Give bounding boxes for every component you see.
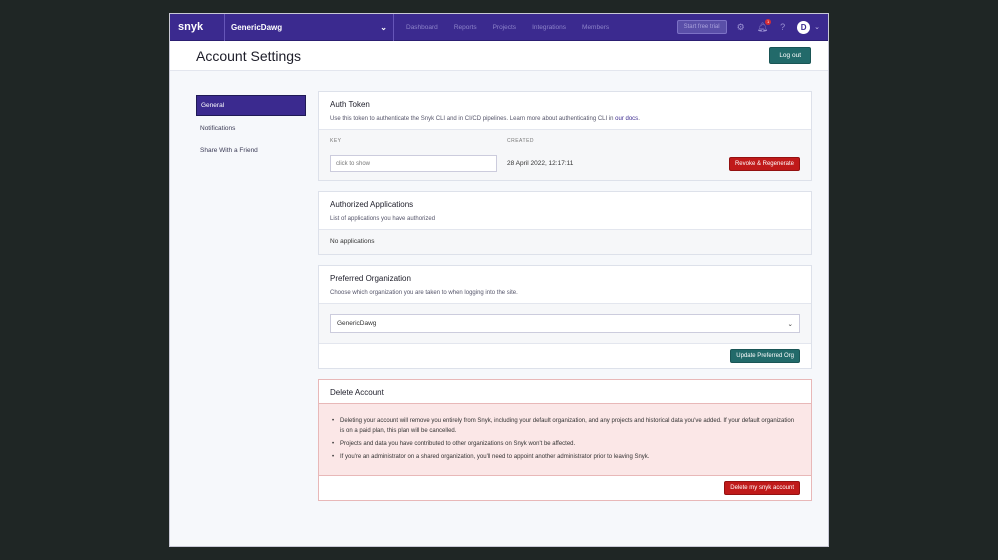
auth-token-title: Auth Token	[330, 100, 370, 109]
avatar[interactable]: D	[797, 20, 811, 34]
page-header: Account Settings Log out	[170, 41, 828, 71]
sidebar-item-general[interactable]: General	[196, 95, 306, 116]
page-title: Account Settings	[196, 47, 302, 64]
preferred-org-card: Preferred Organization Choose which orga…	[318, 265, 812, 369]
authorized-apps-description: List of applications you have authorized	[330, 216, 436, 222]
token-created-date: 28 April 2022, 12:17:11	[507, 160, 574, 167]
app-window: snyk GenericDawg ⌄ Dashboard Reports Pro…	[169, 13, 829, 547]
snyk-logo[interactable]: snyk	[178, 21, 224, 33]
no-applications-text: No applications	[330, 238, 375, 245]
logout-button[interactable]: Log out	[769, 47, 811, 64]
main-content: Auth Token Use this token to authenticat…	[318, 91, 812, 511]
chevron-down-icon[interactable]: ⌄	[814, 23, 820, 31]
docs-link[interactable]: our docs	[615, 116, 638, 122]
auth-token-desc-suffix: .	[638, 116, 640, 122]
preferred-org-title: Preferred Organization	[330, 274, 411, 283]
auth-token-description: Use this token to authenticate the Snyk …	[330, 116, 800, 122]
nav-link-integrations[interactable]: Integrations	[532, 24, 566, 31]
delete-account-button[interactable]: Delete my snyk account	[724, 481, 800, 495]
bell-icon[interactable]: 🔔︎ 1	[757, 18, 772, 33]
preferred-org-select[interactable]: GenericDawg ⌄	[330, 314, 800, 333]
org-name: GenericDawg	[231, 22, 283, 32]
created-column-header: CREATED	[507, 138, 535, 144]
notification-badge: 1	[765, 18, 772, 25]
delete-account-card: Delete Account Deleting your account wil…	[318, 379, 812, 501]
chevron-down-icon: ⌄	[380, 22, 387, 32]
gear-icon[interactable]: ⚙	[737, 22, 745, 33]
nav-links: Dashboard Reports Projects Integrations …	[406, 24, 625, 31]
token-table-header: KEY CREATED	[330, 138, 800, 144]
sidebar-item-notifications[interactable]: Notifications	[196, 119, 306, 138]
help-icon[interactable]: ?	[780, 22, 785, 32]
auth-token-card: Auth Token Use this token to authenticat…	[318, 91, 812, 181]
update-preferred-org-button[interactable]: Update Preferred Org	[730, 349, 800, 363]
warning-item: If you're an administrator on a shared o…	[332, 452, 800, 462]
auth-token-desc-text: Use this token to authenticate the Snyk …	[330, 116, 616, 122]
token-key-field[interactable]: click to show	[330, 155, 497, 172]
org-switcher[interactable]: GenericDawg ⌄	[224, 14, 394, 41]
nav-right: Start free trial ⚙ 🔔︎ 1 ? D ⌄	[676, 18, 820, 34]
warning-item: Projects and data you have contributed t…	[332, 439, 800, 449]
warning-item: Deleting your account will remove you en…	[332, 416, 800, 436]
preferred-org-description: Choose which organization you are taken …	[330, 290, 518, 296]
nav-link-dashboard[interactable]: Dashboard	[406, 24, 438, 31]
authorized-apps-card: Authorized Applications List of applicat…	[318, 191, 812, 255]
authorized-apps-title: Authorized Applications	[330, 200, 414, 209]
top-nav: snyk GenericDawg ⌄ Dashboard Reports Pro…	[170, 14, 828, 41]
chevron-down-icon: ⌄	[787, 320, 793, 328]
delete-warning: Deleting your account will remove you en…	[319, 403, 811, 475]
nav-link-members[interactable]: Members	[582, 24, 609, 31]
revoke-regenerate-button[interactable]: Revoke & Regenerate	[728, 156, 800, 171]
key-column-header: KEY	[330, 138, 342, 144]
sidebar-item-share[interactable]: Share With a Friend	[196, 141, 306, 160]
start-free-trial-button[interactable]: Start free trial	[676, 20, 727, 34]
nav-link-reports[interactable]: Reports	[454, 24, 477, 31]
nav-link-projects[interactable]: Projects	[493, 24, 516, 31]
selected-org: GenericDawg	[337, 320, 377, 327]
delete-account-title: Delete Account	[330, 388, 384, 397]
token-row: click to show 28 April 2022, 12:17:11 Re…	[330, 155, 800, 172]
settings-sidebar: General Notifications Share With a Frien…	[196, 95, 306, 163]
